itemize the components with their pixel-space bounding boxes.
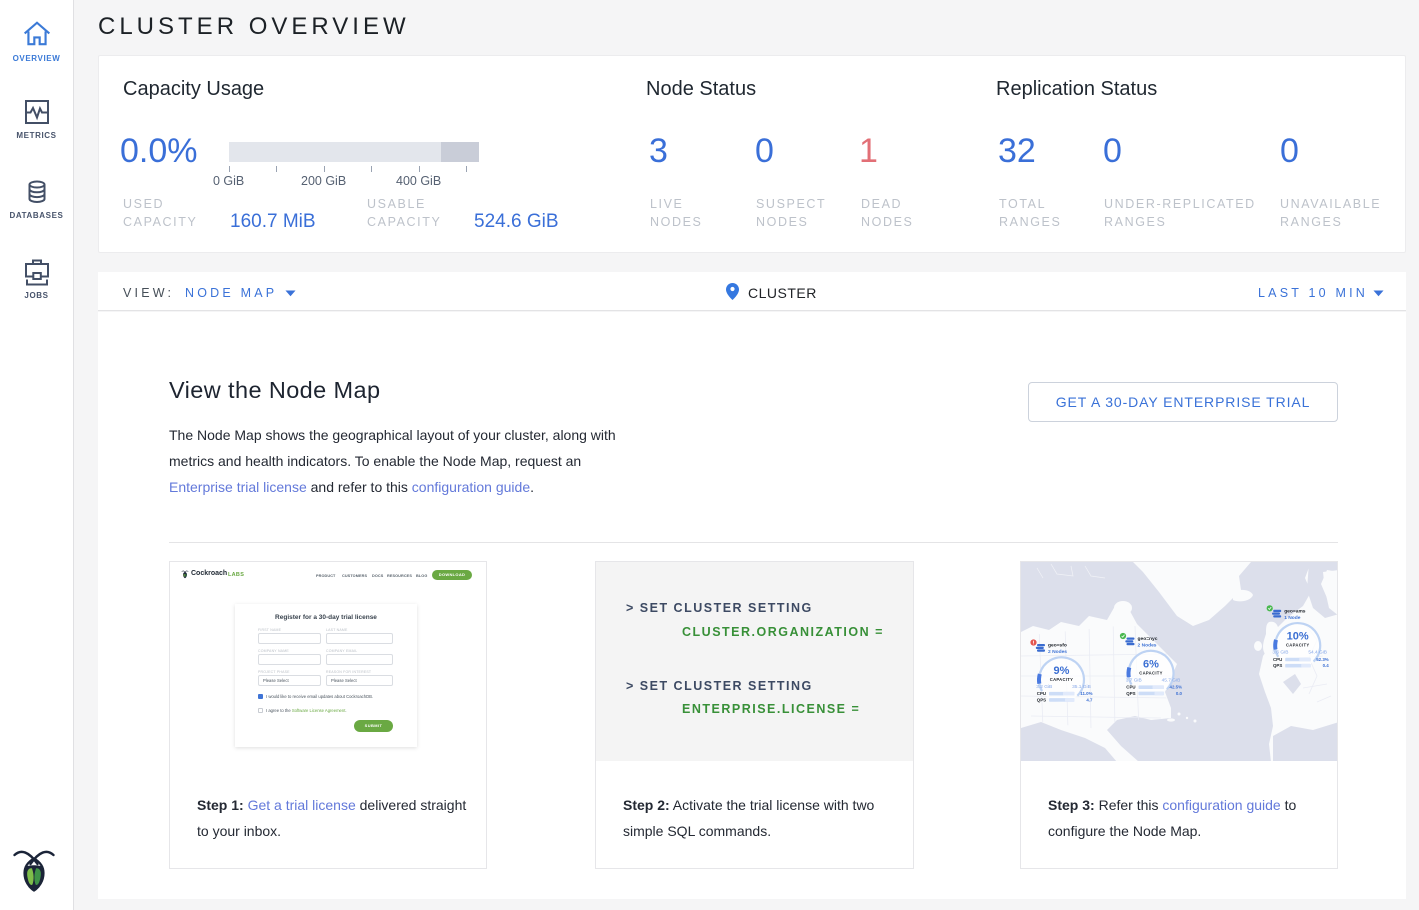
svg-text:geo=nyc: geo=nyc xyxy=(1138,637,1158,642)
svg-text:CAPACITY: CAPACITY xyxy=(1139,670,1163,675)
svg-text:geo=sfo: geo=sfo xyxy=(1048,643,1067,649)
svg-text:3.2 GiB: 3.2 GiB xyxy=(1036,684,1052,690)
svg-text:QPS: QPS xyxy=(1037,697,1046,702)
svg-text:CPU: CPU xyxy=(1126,685,1135,690)
svg-text:11.0%: 11.0% xyxy=(1080,691,1092,696)
svg-text:0.0: 0.0 xyxy=(1176,691,1183,696)
svg-text:3.7 GiB: 3.7 GiB xyxy=(1126,677,1142,683)
svg-text:4.7: 4.7 xyxy=(1086,697,1093,702)
svg-text:CAPACITY: CAPACITY xyxy=(1286,643,1310,648)
svg-text:6%: 6% xyxy=(1143,658,1159,670)
svg-text:CPU: CPU xyxy=(1273,657,1282,662)
svg-text:52.3%: 52.3% xyxy=(1316,657,1329,662)
svg-text:CPU: CPU xyxy=(1037,691,1046,696)
svg-text:QPS: QPS xyxy=(1273,663,1282,668)
svg-text:54.4 GiB: 54.4 GiB xyxy=(1308,650,1327,656)
svg-text:QPS: QPS xyxy=(1126,691,1135,696)
svg-text:2 Nodes: 2 Nodes xyxy=(1138,643,1157,649)
svg-text:35.1 GiB: 35.1 GiB xyxy=(1072,684,1091,690)
svg-text:1 Node: 1 Node xyxy=(1284,615,1301,621)
svg-text:10%: 10% xyxy=(1287,631,1309,643)
svg-text:geo=ams: geo=ams xyxy=(1284,609,1306,614)
svg-text:45.7 GiB: 45.7 GiB xyxy=(1162,677,1181,683)
svg-text:0.4: 0.4 xyxy=(1323,663,1330,668)
svg-text:3.6 GiB: 3.6 GiB xyxy=(1272,650,1288,656)
svg-text:42.5%: 42.5% xyxy=(1170,685,1183,690)
svg-text:CAPACITY: CAPACITY xyxy=(1050,677,1074,682)
svg-text:2 Nodes: 2 Nodes xyxy=(1048,649,1067,655)
svg-text:9%: 9% xyxy=(1054,665,1070,677)
